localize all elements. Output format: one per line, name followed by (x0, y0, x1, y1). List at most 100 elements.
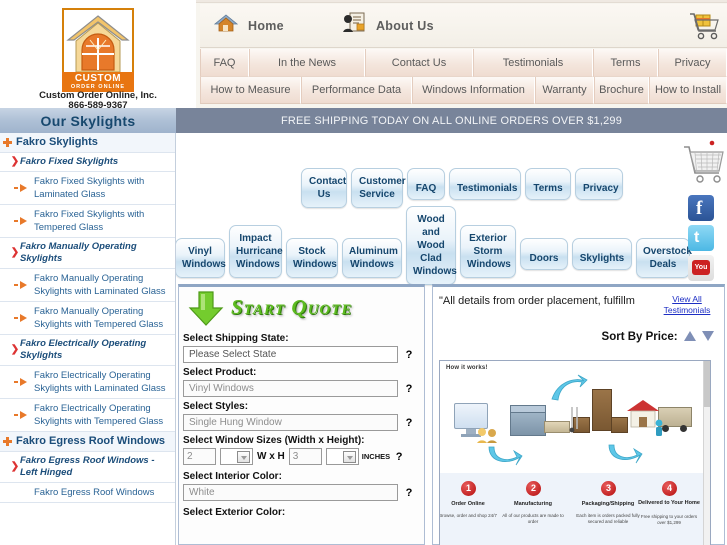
chevron-down-icon[interactable] (342, 451, 356, 463)
sidebar-item-egress-more[interactable]: Fakro Egress Roof Windows (0, 483, 175, 503)
quick-btn-faq[interactable]: FAQ (407, 168, 445, 200)
interior-color-row: White ? (179, 484, 424, 501)
sidebar-item-manual-tempered[interactable]: Fakro Manually Operating Skylights with … (0, 302, 175, 335)
sidebar-item-fakro-egress-roof-windows[interactable]: Fakro Egress Roof Windows (0, 432, 175, 452)
nav-tab-in-the-news[interactable]: In the News (249, 49, 365, 77)
step-3-description: Each item is orders packed fully secured… (576, 513, 640, 524)
quick-btn-contact-us[interactable]: Contact Us (301, 168, 347, 208)
arrow-bullet-icon: ❯ (10, 461, 20, 472)
product-btn-doors[interactable]: Doors (520, 238, 568, 270)
sidebar-item-label: Fakro Manually Operating Skylights (20, 241, 137, 264)
triangle-down-icon[interactable] (702, 331, 714, 341)
delivery-person-art (652, 419, 666, 444)
top-band: CUSTOM ORDER ONLINE Custom Order Online,… (0, 0, 727, 111)
window-sizes-help-icon[interactable]: ? (390, 451, 408, 463)
nav-tab-how-to-install[interactable]: How to Install (649, 77, 727, 104)
company-logo[interactable] (62, 8, 134, 76)
shipping-state-help-icon[interactable]: ? (398, 349, 420, 361)
triangle-up-icon[interactable] (683, 331, 696, 341)
shopping-cart-icon[interactable] (687, 9, 723, 43)
product-btn-exterior-storm-windows[interactable]: Exterior Storm Windows (460, 225, 516, 278)
styles-select[interactable]: Single Hung Window (183, 414, 398, 431)
quick-btn-testimonials[interactable]: Testimonials (449, 168, 521, 200)
styles-row: Single Hung Window ? (179, 414, 424, 431)
nav-tab-how-to-measure[interactable]: How to Measure (200, 77, 301, 104)
logo-caption-line1: CUSTOM (74, 73, 122, 84)
product-btn-wood-clad-windows[interactable]: Wood and Wood Clad Windows (406, 206, 457, 285)
window-sizes-row: 2 W x H 3 INCHES ? (179, 448, 424, 465)
sidebar-item-label: Fakro Manually Operating Skylights with … (34, 273, 166, 297)
nav-tab-faq[interactable]: FAQ (200, 49, 249, 77)
youtube-glyph: You (692, 260, 710, 275)
width-feet-select[interactable]: 2 (183, 448, 216, 465)
shopping-cart-icon[interactable] (681, 135, 725, 191)
arrow-bullet-icon: ❯ (10, 247, 20, 258)
inches-unit-label: INCHES (361, 452, 391, 461)
view-all-testimonials-link[interactable]: View All Testimonials (656, 294, 718, 316)
sidebar-item-electrically-operating[interactable]: ❯ Fakro Electrically Operating Skylights (0, 335, 175, 366)
product-select[interactable]: Vinyl Windows (183, 380, 398, 397)
height-feet-select[interactable]: 3 (288, 448, 322, 465)
secondary-nav-row-2: How to Measure Performance Data Windows … (200, 77, 727, 104)
twitter-icon[interactable]: t (688, 225, 714, 251)
sidebar-item-label: Fakro Fixed Skylights with Laminated Gla… (34, 176, 145, 200)
product-btn-impact-hurricane-windows[interactable]: Impact Hurricane Windows (229, 225, 283, 278)
start-quote-panel: Start Quote Select Shipping State: Pleas… (178, 284, 425, 545)
process-scrollbar[interactable] (703, 361, 710, 545)
product-btn-stock-windows[interactable]: Stock Windows (286, 238, 338, 278)
sidebar-item-fixed-laminated[interactable]: Fakro Fixed Skylights with Laminated Gla… (0, 172, 175, 205)
facebook-icon[interactable]: f (688, 195, 714, 221)
nav-tab-performance-data[interactable]: Performance Data (301, 77, 412, 104)
interior-color-help-icon[interactable]: ? (398, 487, 420, 499)
chevron-down-icon[interactable] (237, 451, 250, 463)
logo-caption: CUSTOM ORDER ONLINE (62, 72, 134, 92)
nav-tab-warranty[interactable]: Warranty (535, 77, 594, 104)
sidebar-item-manual-laminated[interactable]: Fakro Manually Operating Skylights with … (0, 269, 175, 302)
nav-tab-privacy[interactable]: Privacy (658, 49, 727, 77)
shipping-state-select[interactable]: Please Select State (183, 346, 398, 363)
scrollbar-thumb[interactable] (704, 361, 710, 407)
step-2-label: Manufacturing (514, 501, 552, 507)
nav-about-us[interactable]: About Us (328, 4, 448, 48)
sidebar-item-electric-tempered[interactable]: Fakro Electrically Operating Skylights w… (0, 399, 175, 432)
sidebar-item-manually-operating[interactable]: ❯ Fakro Manually Operating Skylights (0, 238, 175, 269)
quick-btn-customer-service[interactable]: Customer Service (351, 168, 406, 208)
sidebar-item-fakro-fixed-skylights[interactable]: ❯ Fakro Fixed Skylights (0, 153, 175, 172)
interior-color-select[interactable]: White (183, 484, 398, 501)
window-sizes-label: Select Window Sizes (Width x Height): (183, 435, 365, 446)
youtube-icon[interactable]: You (688, 255, 714, 281)
quick-btn-privacy[interactable]: Privacy (575, 168, 623, 200)
right-content-panel: "All details from order placement, fulfi… (432, 284, 725, 545)
nav-home[interactable]: Home (200, 4, 298, 48)
nav-tab-testimonials[interactable]: Testimonials (473, 49, 593, 77)
interior-color-label: Select Interior Color: (183, 471, 282, 482)
product-category-row: Vinyl Windows Impact Hurricane Windows S… (176, 206, 692, 285)
dash-arrow-icon (12, 183, 32, 193)
nav-tab-windows-information[interactable]: Windows Information (412, 77, 535, 104)
product-btn-aluminum-windows[interactable]: Aluminum Windows (342, 238, 402, 278)
height-inches-select[interactable] (325, 448, 359, 465)
secondary-nav-row-1: FAQ In the News Contact Us Testimonials … (200, 49, 727, 77)
shipping-state-row: Please Select State ? (179, 346, 424, 363)
category-sidebar[interactable]: Fakro Skylights ❯ Fakro Fixed Skylights … (0, 133, 176, 545)
view-all-line1: View All (672, 294, 702, 304)
sidebar-item-egress-left-hinged[interactable]: ❯ Fakro Egress Roof Windows - Left Hinge… (0, 452, 175, 483)
dash-arrow-icon (12, 216, 32, 226)
product-btn-vinyl-windows[interactable]: Vinyl Windows (176, 238, 226, 278)
width-inches-select[interactable] (220, 448, 253, 465)
nav-tab-terms[interactable]: Terms (593, 49, 658, 77)
sidebar-item-electric-laminated[interactable]: Fakro Electrically Operating Skylights w… (0, 366, 175, 399)
sidebar-item-fakro-skylights[interactable]: Fakro Skylights (0, 133, 175, 153)
product-help-icon[interactable]: ? (398, 383, 420, 395)
sidebar-item-fixed-tempered[interactable]: Fakro Fixed Skylights with Tempered Glas… (0, 205, 175, 238)
styles-help-icon[interactable]: ? (398, 417, 420, 429)
twitter-glyph: t (694, 229, 700, 246)
nav-tab-contact-us[interactable]: Contact Us (365, 49, 473, 77)
conveyor-art (544, 421, 570, 433)
sidebar-item-label: Fakro Egress Roof Windows (16, 435, 166, 447)
nav-tab-brochure[interactable]: Brochure (594, 77, 649, 104)
step-2-number: 2 (526, 481, 541, 496)
product-btn-skylights[interactable]: Skylights (572, 238, 632, 270)
quick-btn-terms[interactable]: Terms (525, 168, 571, 200)
sidebar-item-label: Fakro Electrically Operating Skylights w… (34, 403, 164, 427)
